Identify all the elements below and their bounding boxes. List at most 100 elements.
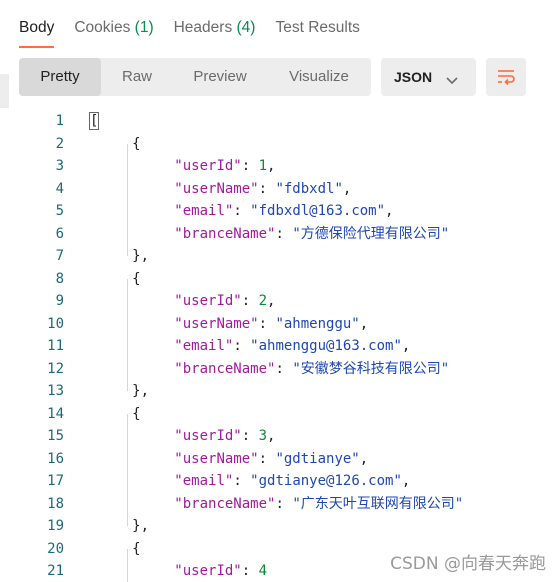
line-number: 20: [47, 540, 64, 557]
code-line: 8 {: [0, 268, 560, 291]
code-line: 9 "userId": 2,: [0, 290, 560, 313]
json-key: "email": [174, 473, 234, 489]
json-punctuation: :: [241, 563, 259, 579]
json-number: 4: [258, 563, 268, 579]
format-select[interactable]: JSON: [381, 58, 476, 96]
json-key: "userId": [174, 158, 242, 174]
code-text: {: [90, 538, 140, 561]
tab-headers[interactable]: Headers (4): [174, 18, 256, 48]
json-string: "广东天叶互联网有限公司": [292, 495, 464, 512]
json-punctuation: [90, 203, 174, 219]
view-mode-raw[interactable]: Raw: [101, 58, 173, 96]
json-punctuation: :: [258, 180, 276, 197]
json-key: "branceName": [174, 495, 276, 512]
json-string: "ahmenggu@163.com": [250, 338, 402, 354]
code-line: 14 {: [0, 403, 560, 426]
json-punctuation: ,: [342, 180, 352, 197]
view-mode-visualize[interactable]: Visualize: [267, 58, 371, 96]
code-line: 18 "branceName": "广东天叶互联网有限公司": [0, 493, 560, 516]
tab-cookies[interactable]: Cookies (1): [74, 18, 153, 48]
json-key: "userId": [174, 563, 242, 579]
json-punctuation: ,: [385, 203, 394, 219]
code-line: 4 "userName": "fdbxdl",: [0, 178, 560, 201]
tab-body[interactable]: Body: [19, 18, 55, 48]
code-text: {: [90, 403, 141, 426]
code-text: {: [90, 133, 140, 156]
line-number: 19: [47, 518, 64, 534]
line-number: 9: [55, 293, 64, 309]
chevron-down-icon: [446, 72, 458, 88]
code-line: 3 "userId": 1,: [0, 155, 560, 178]
line-number: 10: [47, 315, 64, 332]
json-punctuation: :: [275, 225, 293, 242]
tab-test-results[interactable]: Test Results: [275, 18, 359, 48]
code-line: 12 "branceName": "安徽梦谷科技有限公司": [0, 358, 560, 381]
json-punctuation: ,: [267, 158, 276, 174]
json-punctuation: ,: [267, 293, 276, 309]
json-punctuation: {: [90, 405, 141, 422]
wrap-lines-icon: [498, 70, 515, 86]
json-punctuation: [90, 158, 174, 174]
code-text: {: [90, 268, 140, 291]
code-line: 7 },: [0, 245, 560, 268]
json-punctuation: },: [90, 248, 150, 264]
json-punctuation: },: [90, 518, 150, 534]
code-text: "email": "fdbxdl@163.com",: [90, 200, 393, 223]
side-panel-edge: [0, 74, 9, 108]
json-number: 3: [258, 428, 268, 444]
json-key: "userName": [174, 180, 259, 197]
code-text: },: [90, 380, 149, 403]
json-key: "userId": [174, 293, 242, 309]
json-punctuation: [: [88, 112, 100, 130]
json-punctuation: ,: [359, 450, 369, 467]
code-line: 6 "branceName": "方德保险代理有限公司": [0, 223, 560, 246]
json-punctuation: :: [241, 158, 259, 174]
view-mode-pretty[interactable]: Pretty: [19, 58, 101, 96]
code-line: 10 "userName": "ahmenggu",: [0, 313, 560, 336]
view-mode-preview[interactable]: Preview: [173, 58, 267, 96]
response-body-editor[interactable]: 1[2 {3 "userId": 1, 4 "userName": "fdbxdl…: [0, 110, 560, 582]
code-text: [: [88, 110, 100, 133]
json-punctuation: ,: [267, 428, 276, 444]
json-punctuation: [90, 563, 174, 579]
view-mode-toggle: Pretty Raw Preview Visualize: [19, 58, 371, 96]
line-number: 16: [47, 450, 64, 467]
code-text: "userId": 1,: [90, 155, 275, 178]
code-text: "userName": "fdbxdl",: [90, 178, 351, 201]
code-line: 16 "userName": "gdtianye",: [0, 448, 560, 471]
watermark: CSDN @向春天奔跑: [390, 554, 546, 574]
line-number: 2: [55, 135, 64, 152]
json-punctuation: :: [258, 450, 276, 467]
code-text: },: [90, 245, 149, 268]
json-key: "email": [174, 203, 234, 219]
json-string: "gdtianye@126.com": [250, 473, 402, 489]
json-string: "安徽梦谷科技有限公司": [292, 360, 450, 377]
line-number: 3: [55, 158, 64, 174]
json-key: "userId": [174, 428, 242, 444]
code-text: "branceName": "方德保险代理有限公司": [90, 223, 449, 246]
json-punctuation: [90, 473, 174, 489]
wrap-lines-button[interactable]: [486, 58, 526, 96]
code-line: 5 "email": "fdbxdl@163.com",: [0, 200, 560, 223]
line-number: 21: [47, 563, 64, 579]
json-string: "ahmenggu": [275, 315, 360, 332]
code-text: "email": "gdtianye@126.com",: [90, 470, 410, 493]
json-key: "branceName": [174, 225, 276, 242]
tab-body-label: Body: [19, 19, 55, 36]
code-text: "userId": 4: [90, 560, 267, 582]
json-punctuation: [90, 181, 174, 197]
code-text: "userName": "gdtianye",: [90, 448, 368, 471]
tab-cookies-label: Cookies: [74, 19, 131, 36]
json-punctuation: [90, 496, 174, 512]
json-punctuation: [90, 338, 174, 354]
code-line: 1[: [0, 110, 560, 133]
code-line: 13 },: [0, 380, 560, 403]
json-punctuation: ,: [359, 315, 369, 332]
code-line: 11 "email": "ahmenggu@163.com",: [0, 335, 560, 358]
json-key: "email": [174, 338, 234, 354]
json-punctuation: :: [275, 495, 293, 512]
code-line: 17 "email": "gdtianye@126.com",: [0, 470, 560, 493]
json-punctuation: :: [233, 203, 251, 219]
json-punctuation: [90, 451, 174, 467]
code-text: "userId": 2,: [90, 290, 275, 313]
